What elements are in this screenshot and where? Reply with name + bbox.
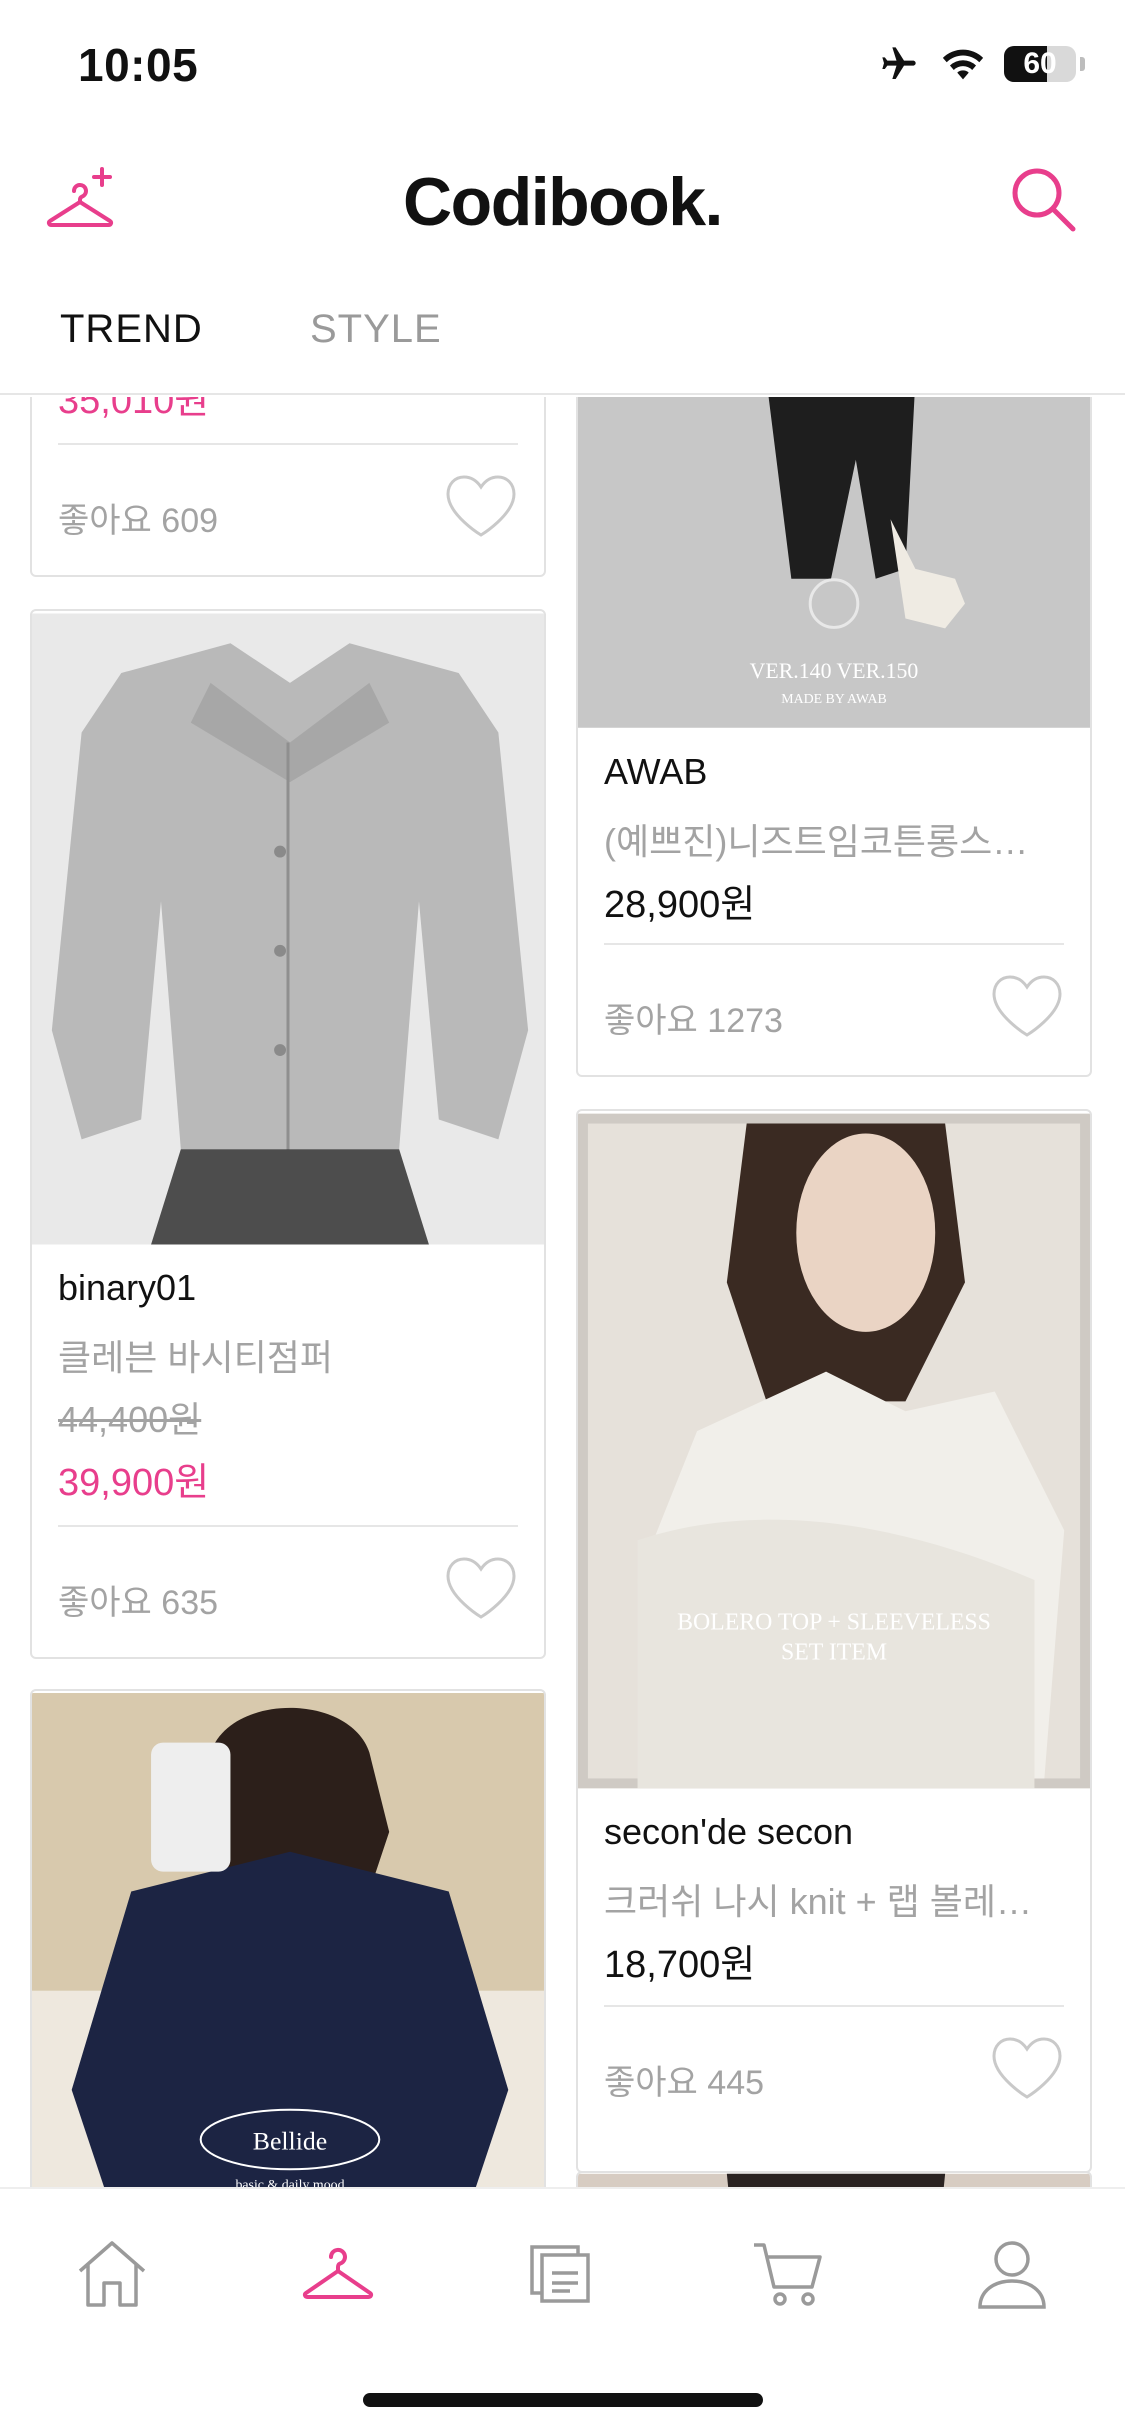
image-caption: VER.140 VER.150: [750, 659, 919, 683]
image-caption: MADE BY AWAB: [781, 692, 887, 707]
status-time: 10:05: [78, 39, 199, 91]
image-caption: basic & daily mood: [235, 2178, 344, 2187]
product-price: 18,700원: [604, 1944, 756, 1986]
cart-icon[interactable]: [748, 2233, 828, 2313]
heart-icon[interactable]: [444, 1555, 518, 1621]
home-indicator[interactable]: [363, 2393, 763, 2407]
like-count: 좋아요 1273: [604, 1002, 783, 1040]
product-name: (예쁘진)니즈트임코튼롱스…: [604, 821, 1029, 862]
product-brand: binary01: [58, 1267, 197, 1308]
product-price: 35,010원: [58, 397, 210, 422]
category-tabs: TREND STYLE: [0, 295, 1125, 395]
product-card[interactable]: binary01 클레븐 바시티점퍼 44,400원 39,900원 좋아요 6…: [30, 609, 546, 1659]
like-count: 좋아요 635: [58, 1584, 219, 1622]
heart-icon[interactable]: [990, 2035, 1064, 2101]
product-image: Bellide basic & daily mood: [32, 1693, 544, 2187]
original-price: 44,400원: [58, 1399, 202, 1440]
product-name: 크러쉬 나시 knit + 랩 볼레…: [604, 1881, 1033, 1922]
image-caption: SET ITEM: [781, 1639, 887, 1665]
divider: [58, 1525, 518, 1527]
status-bar: 10:05 60: [0, 0, 1125, 135]
product-image: VER.140 VER.150 MADE BY AWAB: [578, 397, 1090, 728]
product-card[interactable]: VER.140 VER.150 MADE BY AWAB AWAB (예쁘진)니…: [576, 397, 1092, 1077]
sale-price: 39,900원: [58, 1462, 210, 1504]
product-card[interactable]: BOLERO TOP + SLEEVELESS SET ITEM secon'd…: [576, 1109, 1092, 2173]
airplane-icon: [882, 47, 916, 79]
heart-icon[interactable]: [990, 973, 1064, 1039]
tab-style[interactable]: STYLE: [310, 307, 442, 352]
product-card[interactable]: Bellide basic & daily mood: [30, 1689, 546, 2187]
status-icons: 60: [876, 44, 1085, 84]
product-name: 클레븐 바시티점퍼: [58, 1337, 333, 1378]
battery-level: 60: [1023, 47, 1057, 80]
app-header: Codibook.: [0, 135, 1125, 265]
app-logo: Codibook.: [403, 164, 723, 240]
hanger-icon[interactable]: [298, 2233, 378, 2313]
battery-icon: 60: [1004, 46, 1076, 82]
divider: [604, 943, 1064, 945]
divider: [58, 443, 518, 445]
product-card[interactable]: [576, 2171, 1092, 2187]
product-card[interactable]: 35,010원 좋아요 609: [30, 397, 546, 577]
divider: [604, 2005, 1064, 2007]
wifi-icon: [942, 49, 984, 80]
product-image: BOLERO TOP + SLEEVELESS SET ITEM: [578, 1113, 1090, 1789]
product-brand: secon'de secon: [604, 1811, 854, 1852]
like-count: 좋아요 609: [58, 502, 219, 540]
layers-icon[interactable]: [522, 2233, 602, 2313]
product-brand: AWAB: [604, 751, 708, 792]
like-count: 좋아요 445: [604, 2064, 765, 2102]
product-feed[interactable]: 35,010원 좋아요 609 VER.140 VER.150 MADE BY …: [0, 397, 1125, 2187]
product-image: [578, 2173, 1090, 2187]
search-icon[interactable]: [1005, 161, 1081, 237]
home-icon[interactable]: [72, 2233, 152, 2313]
image-caption: Bellide: [253, 2126, 327, 2155]
profile-icon[interactable]: [972, 2233, 1052, 2313]
tab-trend[interactable]: TREND: [60, 307, 203, 352]
product-price: 28,900원: [604, 884, 756, 926]
heart-icon[interactable]: [444, 473, 518, 539]
product-image: [32, 613, 544, 1245]
image-caption: BOLERO TOP + SLEEVELESS: [677, 1610, 991, 1636]
battery-tip: [1080, 57, 1085, 71]
